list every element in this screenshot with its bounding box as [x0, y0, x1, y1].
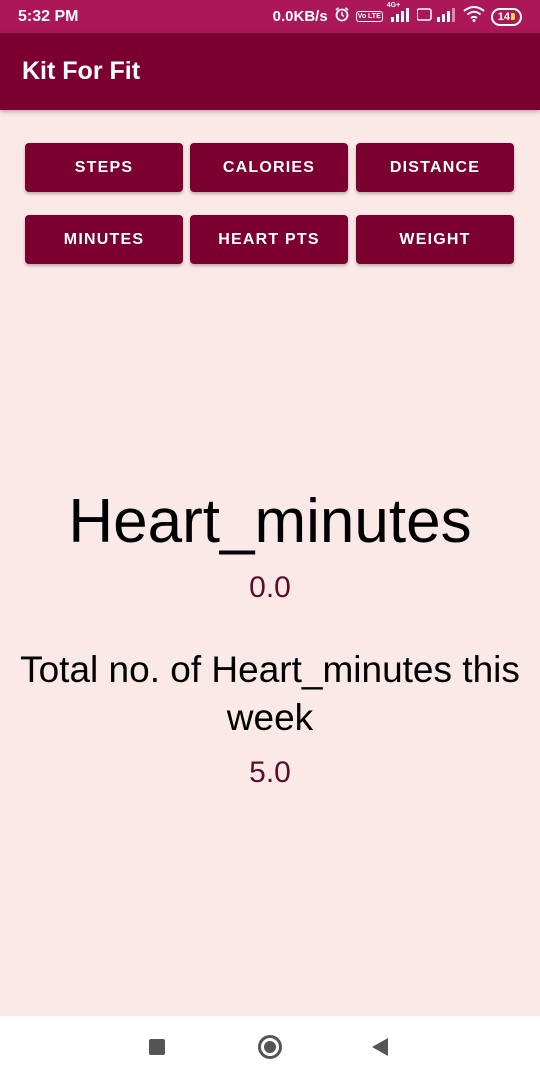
recent-apps-icon[interactable] [149, 1039, 165, 1055]
metric-title: Heart_minutes [68, 487, 472, 556]
steps-button[interactable]: STEPS [25, 143, 183, 192]
status-icons: 0.0KB/s Vo LTE 4G+ 14 [272, 2, 522, 27]
week-total-value: 5.0 [249, 756, 291, 789]
status-time: 5:32 PM [18, 8, 79, 25]
wifi-icon [463, 6, 485, 27]
today-value: 0.0 [249, 571, 291, 604]
network-type-label: 4G+ [386, 2, 401, 9]
back-icon[interactable] [372, 1038, 388, 1056]
minutes-button[interactable]: MINUTES [25, 215, 183, 264]
alarm-icon [334, 6, 350, 27]
network-speed: 0.0KB/s [272, 8, 328, 25]
signal-2-icon [416, 6, 457, 27]
navigation-bar [0, 1016, 540, 1080]
signal-icon: 4G+ [387, 2, 411, 27]
battery-tip [511, 13, 515, 20]
volte-icon: Vo LTE [355, 11, 383, 22]
battery-level: 14 [497, 10, 510, 23]
status-bar: 5:32 PM 0.0KB/s Vo LTE 4G+ 14 [0, 0, 540, 33]
home-icon-dot [264, 1041, 276, 1053]
calories-button[interactable]: CALORIES [190, 143, 348, 192]
app-screen: 5:32 PM 0.0KB/s Vo LTE 4G+ 14 Kit For Fi… [0, 0, 540, 1080]
weight-button[interactable]: WEIGHT [356, 215, 514, 264]
heart-pts-button[interactable]: HEART PTS [190, 215, 348, 264]
battery-icon: 14 [490, 7, 522, 26]
app-bar: Kit For Fit [0, 33, 540, 110]
week-total-label: Total no. of Heart_minutes this week [20, 649, 520, 738]
home-icon[interactable] [258, 1035, 282, 1059]
app-title: Kit For Fit [22, 57, 141, 85]
distance-button[interactable]: DISTANCE [356, 143, 514, 192]
